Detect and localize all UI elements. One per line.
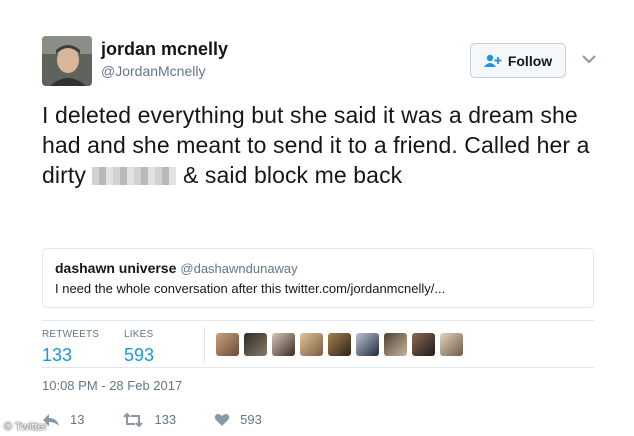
follow-button[interactable]: Follow [470,43,566,78]
reply-count: 13 [70,412,85,427]
quoted-author-handle: @dashawndunaway [180,261,298,276]
stats-divider [204,327,205,363]
reply-action[interactable]: 13 [42,412,84,427]
liker-avatar[interactable] [412,333,435,356]
tweet-stats: RETWEETS 133 LIKES 593 [42,320,594,368]
tweet-timestamp[interactable]: 10:08 PM - 28 Feb 2017 [42,378,182,393]
tweet-actions: 13 133 593 [42,412,300,427]
liker-avatar[interactable] [216,333,239,356]
liker-avatar[interactable] [440,333,463,356]
retweet-action[interactable]: 133 [122,412,176,427]
like-count: 593 [240,412,262,427]
image-credit: © Twitter [4,421,48,433]
liker-avatar[interactable] [272,333,295,356]
follow-button-label: Follow [507,52,553,69]
like-action[interactable]: 593 [214,412,262,427]
liker-avatars [216,333,463,356]
quoted-tweet[interactable]: dashawn universe @dashawndunaway I need t… [42,248,594,308]
retweet-icon [123,412,144,427]
quoted-author-name: dashawn universe [55,260,177,276]
censored-word [92,167,177,185]
quoted-tweet-text: I need the whole conversation after this… [55,281,446,296]
tweet-text-part2: & said block me back [182,162,403,188]
retweets-count: 133 [42,345,73,365]
heart-icon [214,413,230,426]
likes-count: 593 [124,345,155,365]
likes-label: LIKES [124,329,154,340]
liker-avatar[interactable] [244,333,267,356]
liker-avatar[interactable] [384,333,407,356]
more-options-chevron-icon[interactable] [580,52,598,66]
quoted-tweet-header: dashawn universe @dashawndunaway [55,260,298,276]
author-display-name[interactable]: jordan mcnelly [101,38,228,60]
tweet-text: I deleted everything but she said it was… [42,100,602,190]
liker-avatar[interactable] [356,333,379,356]
retweets-label: RETWEETS [42,329,100,340]
retweets-stat[interactable]: RETWEETS 133 [42,329,99,366]
likes-stat[interactable]: LIKES 593 [124,329,154,366]
retweet-count: 133 [154,412,177,427]
author-handle[interactable]: @JordanMcnelly [101,62,205,80]
author-avatar[interactable] [42,36,92,86]
liker-avatar[interactable] [328,333,351,356]
add-user-icon [483,54,502,67]
liker-avatar[interactable] [300,333,323,356]
